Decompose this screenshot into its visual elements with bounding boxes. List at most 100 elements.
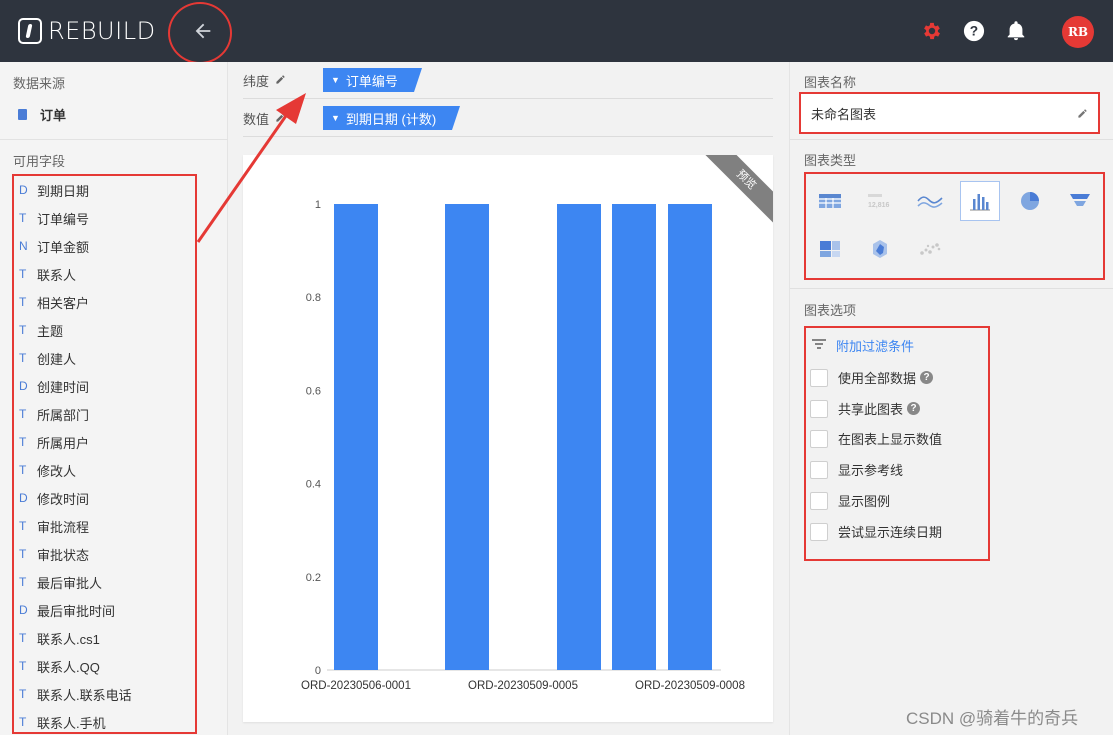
field-item[interactable]: T 主题 (14, 316, 195, 344)
scatter-chart-icon[interactable] (910, 229, 950, 269)
dimension-tag-label: 订单编号 (345, 73, 398, 89)
logo-mark-icon (18, 18, 42, 44)
option-checkbox-row[interactable]: 尝试显示连续日期 (810, 522, 942, 541)
help-icon: ? (963, 20, 985, 42)
app-logo[interactable]: REBUILD (18, 17, 156, 45)
field-item[interactable]: T 审批流程 (14, 512, 195, 540)
settings-button[interactable] (920, 19, 944, 43)
field-item[interactable]: T 审批状态 (14, 540, 195, 568)
logo-text: REBUILD (48, 17, 156, 45)
edit-name-icon[interactable] (1077, 107, 1088, 122)
bar-chart-icon[interactable] (960, 181, 1000, 221)
bell-icon (1007, 21, 1025, 41)
checkbox[interactable] (810, 368, 828, 387)
field-label: 修改时间 (37, 491, 90, 507)
field-item[interactable]: N 订单金额 (14, 232, 195, 260)
field-label: 所属用户 (37, 435, 90, 451)
checkbox[interactable] (810, 399, 828, 418)
field-item[interactable]: T 联系人.联系电话 (14, 680, 195, 708)
chevron-down-icon[interactable]: ▼ (331, 75, 340, 85)
divider (790, 139, 1113, 140)
field-label: 联系人 (37, 267, 77, 283)
field-label: 修改人 (37, 463, 77, 479)
field-item[interactable]: T 联系人 (14, 260, 195, 288)
pie-chart-icon[interactable] (1010, 181, 1050, 221)
checkbox[interactable] (810, 522, 828, 541)
dimension-tag[interactable]: ▼ 订单编号 (323, 68, 422, 92)
field-item[interactable]: D 创建时间 (14, 372, 195, 400)
user-avatar[interactable]: RB (1062, 16, 1094, 48)
field-label: 审批流程 (37, 519, 90, 535)
edit-measure-icon[interactable] (275, 111, 286, 126)
y-tick-label: 0.2 (306, 572, 321, 584)
field-item[interactable]: T 联系人.QQ (14, 652, 195, 680)
field-item[interactable]: T 订单编号 (14, 204, 195, 232)
treemap-chart-icon[interactable] (810, 229, 850, 269)
field-item[interactable]: T 相关客户 (14, 288, 195, 316)
field-item[interactable]: T 修改人 (14, 456, 195, 484)
radar-chart-icon[interactable] (860, 229, 900, 269)
option-label: 在图表上显示数值 (838, 432, 943, 447)
checkbox[interactable] (810, 460, 828, 479)
option-checkbox-row[interactable]: 显示参考线 (810, 460, 903, 479)
field-item[interactable]: D 修改时间 (14, 484, 195, 512)
field-label: 创建人 (37, 351, 77, 367)
y-tick-label: 1 (315, 199, 321, 211)
option-checkbox-row[interactable]: 在图表上显示数值 (810, 429, 942, 448)
line-chart-icon[interactable] (910, 181, 950, 221)
field-label: 联系人.联系电话 (37, 687, 132, 703)
chart-name-field[interactable]: 未命名图表 (799, 92, 1100, 134)
data-source-item[interactable]: 订单 (18, 105, 66, 124)
option-checkbox-row[interactable]: 共享此图表? (810, 399, 921, 418)
field-type-badge: T (19, 687, 27, 701)
field-label: 联系人.QQ (37, 659, 100, 675)
field-item[interactable]: T 最后审批人 (14, 568, 195, 596)
chart-designer: 纬度 ▼ 订单编号 数值 ▼ 到期日期 (计数) 0 0.2 0.4 0.6 0.8 1 O… (229, 62, 788, 735)
option-label: 显示参考线 (838, 463, 904, 478)
field-item[interactable]: T 所属部门 (14, 400, 195, 428)
field-label: 联系人.cs1 (37, 631, 100, 647)
field-type-badge: T (19, 295, 27, 309)
chart-settings-panel: 图表名称 未命名图表 图表类型 12,816 图表选项 附加过滤条件 使用全部数… (789, 62, 1113, 735)
top-navbar: REBUILD ? RB (0, 0, 1113, 64)
option-checkbox-row[interactable]: 显示图例 (810, 491, 890, 510)
table-chart-icon[interactable] (810, 181, 850, 221)
field-type-badge: D (19, 379, 28, 393)
add-filter-button[interactable]: 附加过滤条件 (812, 336, 914, 355)
field-type-badge: T (19, 715, 27, 729)
help-icon[interactable]: ? (920, 371, 934, 384)
y-tick-label: 0 (315, 665, 321, 677)
index-chart-icon[interactable]: 12,816 (860, 181, 900, 221)
option-label: 尝试显示连续日期 (838, 525, 943, 540)
field-item[interactable]: T 联系人.手机 (14, 708, 195, 732)
field-item[interactable]: D 到期日期 (14, 176, 195, 204)
help-button[interactable]: ? (962, 19, 986, 43)
checkbox[interactable] (810, 491, 828, 510)
watermark: CSDN @骑着牛的奇兵 (906, 709, 1079, 728)
field-item[interactable]: T 创建人 (14, 344, 195, 372)
funnel-chart-icon[interactable] (1060, 181, 1100, 221)
bar (612, 204, 656, 670)
y-tick-label: 0.4 (306, 479, 321, 491)
bar (334, 204, 378, 670)
field-label: 相关客户 (37, 295, 90, 311)
field-type-badge: T (19, 211, 27, 225)
bar (668, 204, 712, 670)
x-tick-label: ORD-20230506-0001 (301, 680, 411, 692)
notifications-button[interactable] (1004, 19, 1028, 43)
option-checkbox-row[interactable]: 使用全部数据? (810, 368, 934, 387)
chevron-down-icon[interactable]: ▼ (331, 113, 340, 123)
field-item[interactable]: T 所属用户 (14, 428, 195, 456)
edit-dimension-icon[interactable] (275, 73, 286, 88)
checkbox[interactable] (810, 429, 828, 448)
left-sidebar: 数据来源 订单 可用字段 D 到期日期 T 订单编号 N 订单金额 T 联系人 T 相关客户 T 主题… (0, 62, 228, 735)
field-label: 最后审批时间 (37, 603, 116, 619)
field-item[interactable]: T 联系人.cs1 (14, 624, 195, 652)
field-type-badge: T (19, 351, 27, 365)
document-icon (18, 109, 27, 120)
help-icon[interactable]: ? (907, 402, 921, 415)
chart-options: 附加过滤条件 使用全部数据? 共享此图表? 在图表上显示数值 显示参考线显示图例尝试显… (804, 326, 990, 561)
measure-tag[interactable]: ▼ 到期日期 (计数) (323, 106, 461, 130)
filter-icon (812, 338, 826, 353)
field-item[interactable]: D 最后审批时间 (14, 596, 195, 624)
